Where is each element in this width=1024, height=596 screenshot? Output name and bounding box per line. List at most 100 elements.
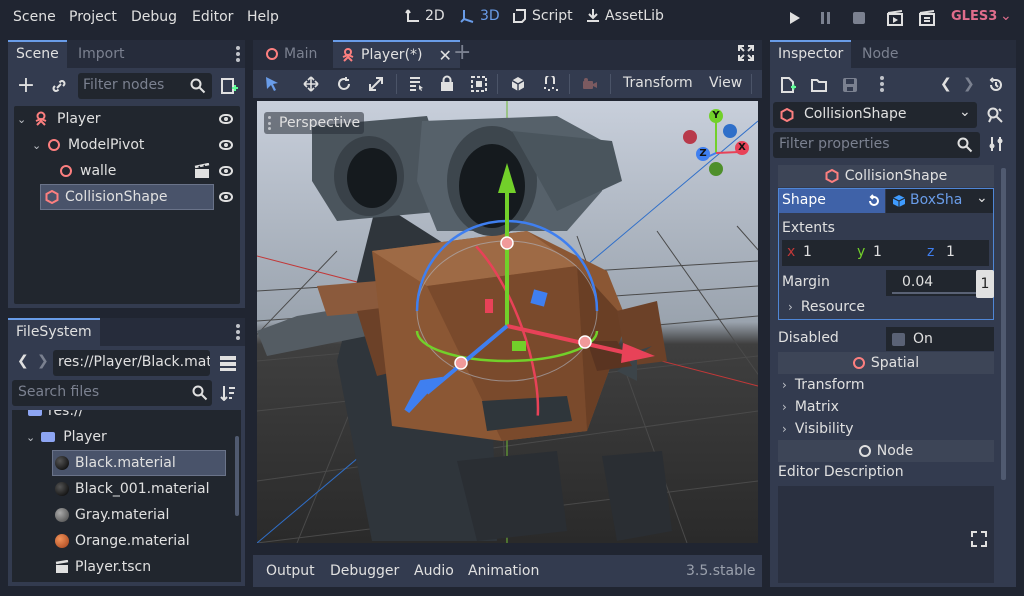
visibility-eye-icon[interactable] bbox=[219, 140, 233, 150]
audio-tab[interactable]: Audio bbox=[414, 563, 454, 579]
snap-icon[interactable] bbox=[543, 76, 559, 92]
file-row-black[interactable]: Black.material bbox=[52, 450, 226, 476]
workspace-3d-button[interactable]: 3D bbox=[460, 8, 500, 24]
workspace-2d-button[interactable]: 2D bbox=[405, 8, 445, 24]
renderer-selector[interactable]: GLES3 bbox=[951, 9, 997, 24]
extents-z-field[interactable]: z 1 bbox=[922, 240, 989, 266]
collapse-chevron-icon[interactable]: ⌄ bbox=[32, 139, 46, 152]
tree-row-player-folder[interactable]: ⌄ Player bbox=[12, 424, 232, 450]
disabled-checkbox[interactable]: On bbox=[886, 327, 994, 351]
close-tab-icon[interactable]: ✕ bbox=[439, 43, 452, 68]
inspector-menu-icon[interactable] bbox=[880, 76, 884, 92]
class-header-collisionshape[interactable]: CollisionShape bbox=[778, 165, 994, 187]
instance-scene-icon[interactable] bbox=[220, 77, 238, 95]
renderer-chevron-icon[interactable]: ⌄ bbox=[1000, 8, 1012, 24]
new-resource-icon[interactable] bbox=[780, 77, 796, 93]
class-header-node[interactable]: Node bbox=[778, 440, 994, 462]
local-space-icon[interactable] bbox=[510, 76, 526, 92]
filter-nodes-input[interactable]: Filter nodes bbox=[78, 73, 212, 99]
visibility-eye-icon[interactable] bbox=[219, 114, 233, 124]
lock-icon[interactable] bbox=[440, 75, 454, 91]
pause-icon[interactable] bbox=[820, 11, 832, 25]
filesystem-menu-icon[interactable] bbox=[236, 324, 240, 340]
workspace-script-button[interactable]: Script bbox=[512, 8, 573, 24]
gizmo-y-icon[interactable]: Y bbox=[709, 109, 723, 123]
collapse-chevron-icon[interactable]: ⌄ bbox=[17, 113, 31, 126]
menu-debug[interactable]: Debug bbox=[131, 9, 177, 25]
list-select-icon[interactable] bbox=[408, 76, 424, 92]
back-icon[interactable]: ❮ bbox=[17, 353, 29, 369]
menu-editor[interactable]: Editor bbox=[192, 9, 233, 25]
tab-node[interactable]: Node bbox=[854, 40, 907, 68]
workspace-assetlib-button[interactable]: AssetLib bbox=[585, 8, 664, 24]
new-tab-icon[interactable]: + bbox=[453, 40, 471, 65]
open-folder-icon[interactable] bbox=[811, 77, 827, 93]
tab-scene[interactable]: Scene bbox=[8, 40, 67, 68]
extents-y-field[interactable]: y 1 bbox=[852, 240, 919, 266]
add-node-icon[interactable]: + bbox=[16, 73, 36, 98]
sort-icon[interactable] bbox=[220, 385, 236, 401]
resource-section[interactable]: › Resource bbox=[788, 296, 865, 318]
history-icon[interactable] bbox=[988, 77, 1004, 93]
debugger-tab[interactable]: Debugger bbox=[330, 563, 399, 579]
menu-help[interactable]: Help bbox=[247, 9, 279, 25]
transform-section[interactable]: › Transform bbox=[782, 374, 864, 396]
forward-icon[interactable]: ❯ bbox=[37, 353, 49, 369]
stop-icon[interactable] bbox=[853, 12, 865, 24]
path-field[interactable]: res://Player/Black.mat bbox=[53, 350, 210, 376]
group-icon[interactable] bbox=[471, 76, 487, 92]
animation-tab[interactable]: Animation bbox=[468, 563, 539, 579]
rotate-mode-icon[interactable] bbox=[336, 76, 352, 92]
margin-slider[interactable]: 0.04 bbox=[886, 270, 976, 296]
visibility-eye-icon[interactable] bbox=[219, 192, 233, 202]
open-scene-clapper-icon[interactable] bbox=[194, 163, 210, 179]
shape-resource-picker[interactable]: BoxSha ⌄ bbox=[886, 189, 993, 213]
visibility-eye-icon[interactable] bbox=[219, 166, 233, 176]
tree-row-walle[interactable]: walle bbox=[14, 158, 240, 184]
gizmo-x-icon[interactable]: X bbox=[735, 141, 749, 155]
matrix-section[interactable]: › Matrix bbox=[782, 396, 839, 418]
view-menu[interactable]: View bbox=[709, 75, 742, 91]
tree-row-collisionshape[interactable]: CollisionShape bbox=[40, 184, 214, 210]
file-row-gray[interactable]: Gray.material bbox=[52, 502, 232, 528]
tab-main[interactable]: Main bbox=[258, 40, 325, 68]
save-icon[interactable] bbox=[842, 77, 858, 93]
camera-icon[interactable] bbox=[582, 77, 598, 91]
perspective-menu[interactable]: Perspective bbox=[264, 112, 365, 134]
file-row-player-tscn[interactable]: Player.tscn bbox=[52, 554, 232, 580]
visibility-section[interactable]: › Visibility bbox=[782, 418, 854, 440]
history-back-icon[interactable]: ❮ bbox=[940, 76, 952, 92]
menu-project[interactable]: Project bbox=[69, 9, 117, 25]
tree-row-modelpivot[interactable]: ⌄ ModelPivot bbox=[14, 132, 240, 158]
tab-import[interactable]: Import bbox=[70, 40, 132, 68]
collapse-chevron-icon[interactable]: ⌄ bbox=[26, 431, 35, 444]
menu-scene[interactable]: Scene bbox=[13, 9, 56, 25]
expand-icon[interactable] bbox=[971, 531, 987, 547]
tree-row-res[interactable]: res:// bbox=[12, 410, 232, 424]
distraction-free-icon[interactable] bbox=[738, 45, 754, 61]
move-mode-icon[interactable] bbox=[303, 76, 319, 92]
revert-icon[interactable] bbox=[867, 194, 881, 208]
object-selector[interactable]: CollisionShape ⌄ bbox=[773, 102, 977, 128]
view-mode-icon[interactable] bbox=[220, 355, 236, 371]
gizmo-z-icon[interactable]: Z bbox=[696, 147, 710, 161]
file-row-orange[interactable]: Orange.material bbox=[52, 528, 232, 554]
tab-player[interactable]: Player(*) ✕ bbox=[333, 40, 460, 68]
inspector-scrollbar[interactable] bbox=[1001, 168, 1006, 480]
play-scene-icon[interactable] bbox=[887, 10, 903, 26]
object-properties-icon[interactable] bbox=[986, 106, 1004, 124]
scale-mode-icon[interactable] bbox=[368, 76, 384, 92]
class-header-spatial[interactable]: Spatial bbox=[778, 352, 994, 374]
tab-filesystem[interactable]: FileSystem bbox=[8, 318, 100, 346]
filter-properties-input[interactable]: Filter properties bbox=[773, 132, 980, 158]
search-files-input[interactable]: Search files bbox=[12, 380, 212, 406]
history-forward-icon[interactable]: ❯ bbox=[963, 76, 975, 92]
3d-viewport[interactable]: Perspective Y Z X bbox=[257, 101, 758, 543]
extents-x-field[interactable]: x 1 bbox=[782, 240, 849, 266]
output-tab[interactable]: Output bbox=[266, 563, 315, 579]
link-icon[interactable] bbox=[51, 78, 67, 94]
editor-description-textarea[interactable] bbox=[778, 486, 994, 583]
viewport-menu-icon[interactable] bbox=[268, 116, 271, 130]
settings-tools-icon[interactable] bbox=[988, 136, 1004, 152]
file-tree-scrollbar[interactable] bbox=[235, 436, 239, 516]
